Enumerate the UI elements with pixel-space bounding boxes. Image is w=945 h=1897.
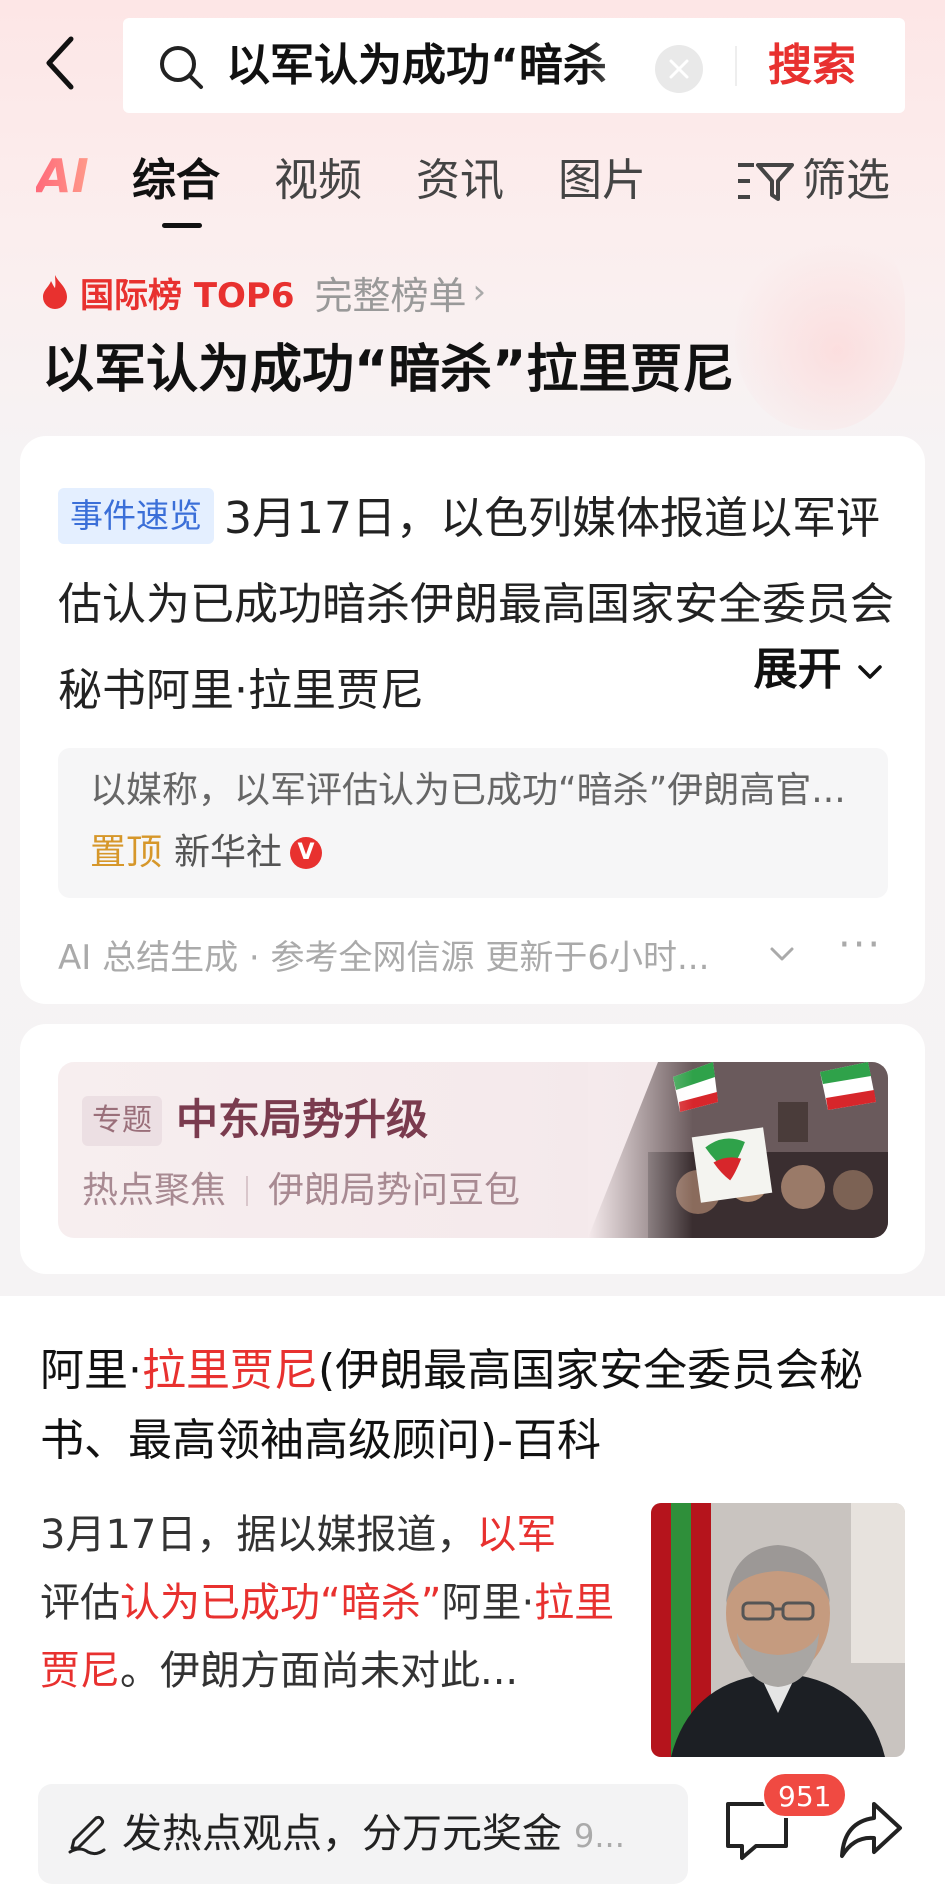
share-icon[interactable] [836,1796,906,1866]
chevron-down-icon [858,665,882,679]
event-tag: 事件速览 [58,488,214,544]
comment-placeholder-text: 发热点观点，分万元奖金 [122,1811,562,1857]
result-title-part: 阿里· [40,1345,142,1396]
topic-link-focus[interactable]: 热点聚焦 [82,1166,226,1216]
snippet-part: 阿里· [441,1580,535,1626]
ai-footer-text: AI 总结生成 · 参考全网信源 更新于6小时... [58,938,710,978]
source-name: 新华社 [174,832,283,873]
comment-count-badge: 951 [762,1772,848,1818]
snippet-part: 3月17日，据以媒报道， [40,1512,477,1558]
tab-ai[interactable]: AI [36,149,89,203]
quote-text: 以媒称，以军评估认为已成功“暗杀”伊朗高官... [90,770,846,811]
result-tabs: AI 综合 视频 资讯 图片 筛选 [0,145,945,235]
search-query[interactable]: 以军认为成功“暗杀 [226,36,686,96]
tab-video[interactable]: 视频 [274,151,362,211]
search-button[interactable]: 搜索 [768,36,856,96]
pen-icon [68,1815,106,1856]
page-title: 以军认为成功“暗杀”拉里贾尼 [42,340,735,400]
expand-button[interactable]: 展开 [733,640,883,700]
ai-summary-card: 事件速览 3月17日，以色列媒体报道以军评估认为已成功暗杀伊朗最高国家安全委员会秘… [20,436,925,1004]
comment-placeholder-suffix: 9... [574,1817,625,1855]
back-button[interactable] [30,33,90,93]
snippet-highlight: 认为已成功“暗杀” [120,1580,442,1626]
snippet-part: 评估 [40,1580,120,1626]
topic-separator [246,1176,249,1206]
more-options-icon[interactable]: ··· [838,922,882,968]
tab-images[interactable]: 图片 [558,151,646,211]
topic-links: 热点聚焦 伊朗局势问豆包 [82,1166,520,1216]
quote-meta: 置顶 新华社 V [90,828,323,878]
tab-news[interactable]: 资讯 [416,151,504,211]
active-tab-indicator [162,223,202,228]
search-icon [160,46,203,89]
filter-button[interactable]: 筛选 [736,151,890,211]
tab-comprehensive[interactable]: 综合 [132,151,220,211]
chevron-down-icon[interactable] [768,944,796,964]
clear-search-button[interactable] [655,45,703,93]
search-divider [735,46,737,86]
pinned-label: 置顶 [90,832,163,873]
close-icon [669,59,689,79]
result-title-highlight: 拉里贾尼 [142,1345,318,1396]
result-title[interactable]: 阿里·拉里贾尼(伊朗最高国家安全委员会秘书、最高领袖高级顾问)-百科 [40,1336,920,1476]
search-input[interactable]: 以军认为成功“暗杀 搜索 [123,18,905,113]
topic-card: 专题 中东局势升级 热点聚焦 伊朗局势问豆包 [20,1024,925,1274]
topic-banner[interactable]: 专题 中东局势升级 热点聚焦 伊朗局势问豆包 [58,1062,888,1238]
topic-title: 中东局势升级 [176,1095,429,1144]
comment-input[interactable]: 发热点观点，分万元奖金 9... [38,1784,688,1884]
source-quote[interactable]: 以媒称，以军评估认为已成功“暗杀”伊朗高官... 置顶 新华社 V [58,748,888,898]
topic-tag: 专题 [82,1096,162,1146]
topic-link-ask[interactable]: 伊朗局势问豆包 [268,1166,520,1216]
filter-label: 筛选 [802,155,890,206]
snippet-part: 。伊朗方面尚未对此... [120,1648,519,1694]
search-header: 以军认为成功“暗杀 搜索 [0,15,945,115]
hot-rank-row[interactable]: 国际榜 TOP6 完整榜单 › [40,265,487,320]
snippet-highlight: 以军 [476,1512,557,1558]
portrait-photo [651,1503,905,1757]
expand-label: 展开 [753,644,842,695]
full-list-link[interactable]: 完整榜单 [315,265,467,320]
protest-photo [588,1062,888,1238]
comment-placeholder: 发热点观点，分万元奖金 9... [122,1802,625,1868]
hot-rank-label: 国际榜 TOP6 [80,275,295,316]
flame-icon [43,275,67,309]
result-snippet: 3月17日，据以媒报道，以军 评估认为已成功“暗杀”阿里·拉里贾尼。伊朗方面尚未对… [40,1501,620,1705]
verified-icon: V [290,837,323,869]
chevron-left-icon [46,36,74,90]
filter-icon [738,163,794,201]
chevron-right-icon: › [472,272,487,312]
